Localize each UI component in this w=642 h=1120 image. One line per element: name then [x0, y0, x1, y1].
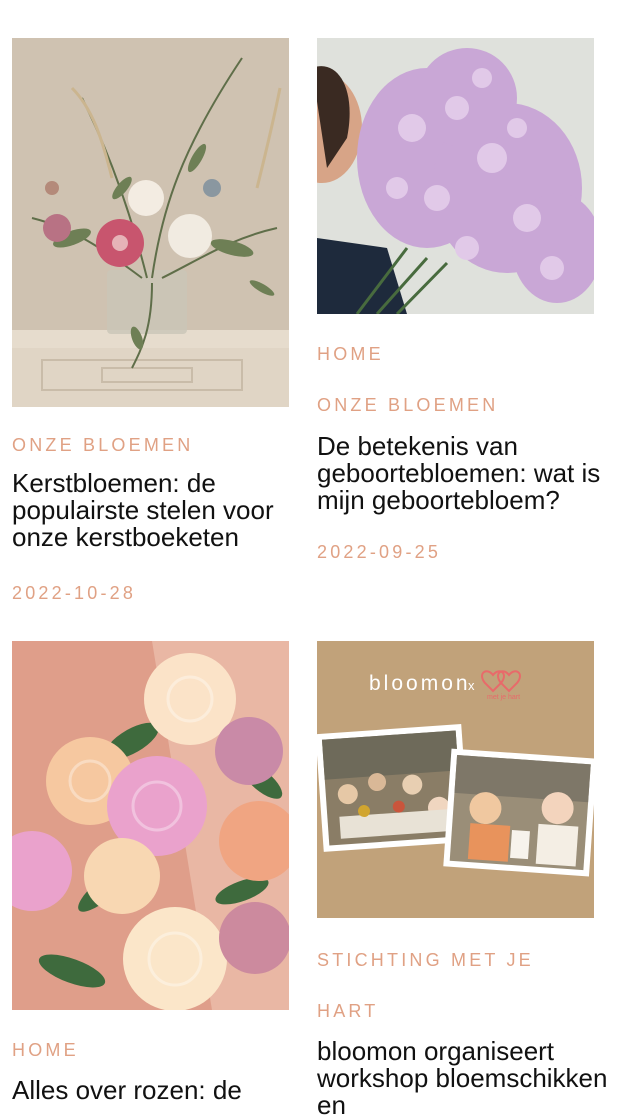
bloomon-logo: bloomon	[369, 672, 471, 695]
post-category[interactable]: STICHTING MET JE	[317, 949, 617, 971]
logo-separator-x: x	[468, 678, 475, 693]
post-title[interactable]: Kerstbloemen: de populairste stelen voor…	[12, 470, 318, 551]
post-date: 2022-09-25	[317, 542, 442, 562]
post-category[interactable]: HOME	[12, 1039, 312, 1061]
post-date: 2022-10-28	[12, 583, 137, 603]
post-title[interactable]: Alles over rozen: de	[12, 1077, 318, 1104]
post-image[interactable]: bloomon x met je hart	[317, 641, 594, 918]
post-title[interactable]: bloomon organiseert workshop bloemschikk…	[317, 1038, 623, 1119]
post-card[interactable]: HOME ONZE BLOEMEN De betekenis van geboo…	[317, 38, 617, 563]
post-image[interactable]	[12, 38, 289, 407]
post-card[interactable]: HOME Alles over rozen: de	[12, 641, 312, 1104]
post-image[interactable]	[317, 38, 594, 314]
post-category[interactable]: HART	[317, 1000, 617, 1022]
post-category[interactable]: HOME	[317, 343, 617, 365]
post-card[interactable]: ONZE BLOEMEN Kerstbloemen: de populairst…	[12, 38, 312, 604]
post-category[interactable]: ONZE BLOEMEN	[12, 434, 312, 456]
partner-logo: met je hart	[487, 694, 520, 701]
post-image[interactable]	[12, 641, 289, 1010]
post-category[interactable]: ONZE BLOEMEN	[317, 394, 617, 416]
post-card[interactable]: bloomon x met je hart STICHTING MET JE H…	[317, 641, 617, 1119]
post-title[interactable]: De betekenis van geboortebloemen: wat is…	[317, 433, 623, 514]
